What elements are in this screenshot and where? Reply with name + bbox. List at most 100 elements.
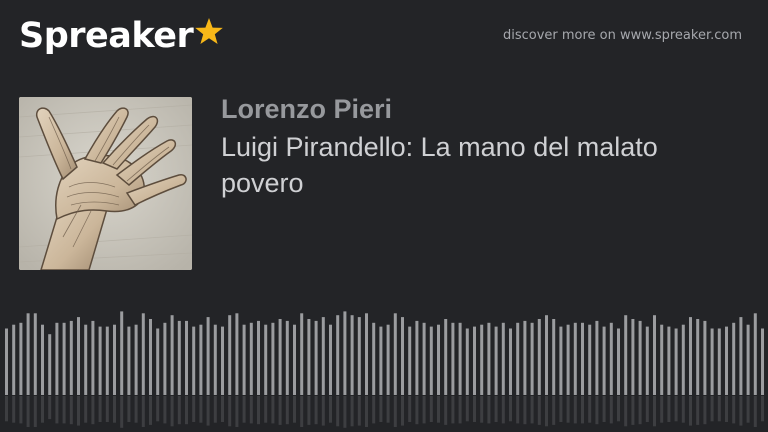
waveform-bar-reflection [523,396,527,425]
waveform-bar-reflection [149,396,152,425]
waveform-bar-reflection [77,396,80,426]
waveform-bar [465,328,469,395]
waveform-bar [566,324,570,395]
waveform-bar [732,322,736,395]
waveform-bar-reflection [91,396,95,425]
waveform-bar [516,322,520,395]
episode-player-card: Spreaker discover more on www.spreaker.c… [0,0,768,432]
waveform-bar-reflection [725,396,728,422]
waveform-bar-reflection [422,396,426,424]
waveform-bar-reflection [393,396,397,427]
waveform-bar-reflection [552,396,556,425]
waveform-bar [249,322,253,395]
waveform-bar-reflection [480,396,484,423]
waveform-bar-reflection [379,396,383,422]
waveform-bar-reflection [329,396,332,423]
waveform-bar-reflection [530,396,534,424]
waveform-bar [609,322,613,395]
waveform-bar-reflection [336,396,340,427]
waveform-bar-reflection [667,396,671,422]
hand-drawing-icon [19,97,192,270]
waveform-bar [386,324,390,395]
waveform-bar [581,322,584,395]
waveform-bar [624,315,628,395]
waveform-bar [501,322,505,395]
spreaker-logo[interactable]: Spreaker [19,14,224,58]
waveform-bar [494,326,498,395]
waveform-bar [753,313,757,395]
waveform-bar-reflection [487,396,491,424]
waveform-bar-reflection [127,396,131,422]
waveform-bar [725,326,728,395]
waveform-bar-reflection [609,396,613,424]
waveform-bar [163,322,167,395]
waveform-bar [660,324,664,395]
waveform-bar [645,326,649,395]
waveform-bar-reflection [473,396,476,422]
waveform-bar [257,320,260,395]
waveform-bar [120,311,124,395]
waveform-bar-reflection [321,396,325,426]
waveform-bar [307,319,311,395]
waveform-bar-reflection [761,396,764,422]
waveform-bar-reflection [566,396,570,423]
waveform-bar-reflection [293,396,296,423]
waveform-bar [321,317,325,395]
waveform-bar [300,313,304,395]
waveform-bar [41,324,44,395]
waveform-bar [48,334,52,395]
waveform-bar [285,320,289,395]
waveform-bar-reflection [84,396,88,423]
waveform-bar-reflection [141,396,145,427]
waveform-bar [372,322,376,395]
waveform-bar-reflection [617,396,620,422]
waveform-bar-reflection [350,396,354,427]
waveform-bar [681,324,685,395]
waveform-bar [228,315,232,395]
waveform-bar-reflection [386,396,390,423]
episode-author[interactable]: Lorenzo Pieri [221,93,392,125]
waveform-bar [350,315,354,395]
waveform-bar [415,320,419,395]
waveform-bar [429,326,433,395]
waveform-bar [437,324,440,395]
waveform-bar-reflection [199,396,203,423]
waveform-bar-reflection [357,396,361,426]
waveform-bar [264,324,268,395]
waveform-bar [98,326,102,395]
header-bar: Spreaker discover more on www.spreaker.c… [0,0,768,72]
waveform-bar [113,324,116,395]
waveform-bar-reflection [163,396,167,424]
waveform-bar [559,326,563,395]
waveform-bar [444,319,448,395]
waveform-bar-reflection [206,396,210,426]
waveform-bar-reflection [588,396,592,423]
waveform-bar [206,317,210,395]
waveform-bar [487,322,491,395]
waveform-bar [703,320,707,395]
waveform-bar-reflection [653,396,656,427]
episode-title[interactable]: Luigi Pirandello: La mano del malato pov… [221,129,741,201]
waveform-bar-reflection [465,396,469,422]
waveform-bar [653,315,656,395]
waveform-bar-reflection [573,396,577,424]
waveform-bar [408,326,412,395]
waveform-bar-reflection [638,396,642,425]
waveform-bar [242,324,246,395]
waveform-bar [199,324,203,395]
waveform-bar-reflection [134,396,138,423]
waveform-bar [343,311,347,395]
waveform-bar-reflection [537,396,541,425]
waveform-bar [379,326,383,395]
waveform-bar-reflection [444,396,448,425]
waveform-bar-reflection [19,396,23,424]
waveform-bar [19,322,23,395]
waveform-bar [689,317,692,395]
waveform-bar [509,328,512,395]
discover-more-link[interactable]: discover more on www.spreaker.com [503,28,742,44]
audio-waveform[interactable] [0,300,768,432]
waveform-bar [271,322,275,395]
waveform-bar-reflection [55,396,59,424]
waveform-bar [638,320,642,395]
waveform-bar [177,320,181,395]
